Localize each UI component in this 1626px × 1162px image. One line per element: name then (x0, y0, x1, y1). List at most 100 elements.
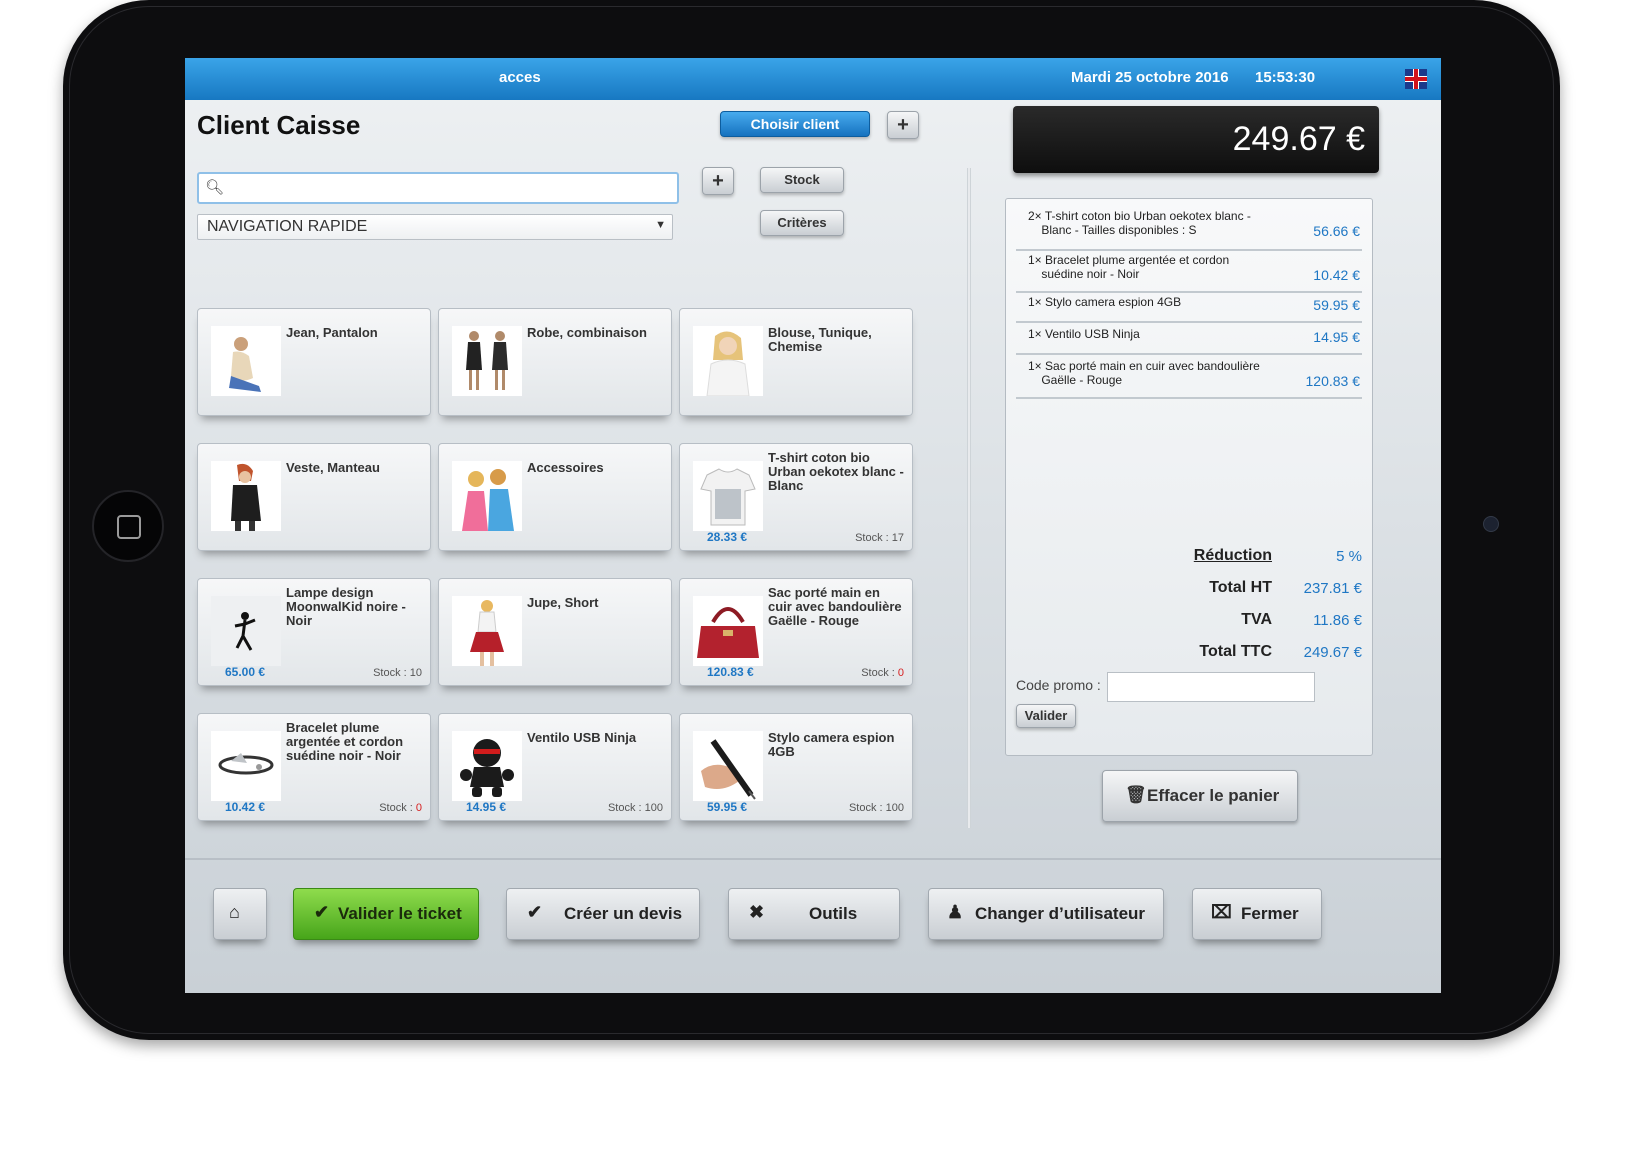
current-date: Mardi 25 octobre 2016 (1071, 69, 1229, 86)
current-time: 15:53:30 (1255, 69, 1316, 86)
cart-line-amount: 120.83 € (1305, 373, 1361, 389)
add-product-button[interactable]: + (702, 167, 734, 195)
current-user: acces (499, 69, 541, 86)
cart-panel: 2× T-shirt coton bio Urban oekotex blanc… (1005, 198, 1373, 756)
tile-name: Jean, Pantalon (286, 325, 378, 340)
category-image (452, 596, 522, 666)
close-button[interactable]: ⌧ Fermer (1192, 888, 1322, 940)
promo-code-label: Code promo : (1016, 677, 1101, 693)
category-image (211, 461, 281, 531)
tile-name: Robe, combinaison (527, 325, 647, 340)
dropdown-arrow-icon: ▼ (655, 219, 666, 231)
cart-line[interactable]: 1× Bracelet plume argentée et cordon sué… (1016, 253, 1362, 293)
add-client-button[interactable]: + (887, 111, 919, 139)
tile-price: 120.83 € (707, 665, 754, 679)
product-image (693, 731, 763, 801)
change-user-button[interactable]: ♟ Changer d’utilisateur (928, 888, 1164, 940)
tile-price: 14.95 € (466, 800, 507, 814)
device-camera (1483, 516, 1499, 532)
choose-client-button[interactable]: Choisir client (720, 111, 870, 137)
pos-screen: acces Mardi 25 octobre 2016 15:53:30 Cli… (185, 58, 1441, 993)
criteria-button[interactable]: Critères (760, 210, 844, 236)
tile-name: Sac porté main en cuir avec bandoulière … (768, 585, 902, 628)
tile-price: 59.95 € (707, 800, 748, 814)
stock-button[interactable]: Stock (760, 167, 844, 193)
search-icon: 🔍︎ (205, 179, 225, 196)
total-ht-value: 237.81 € (1303, 580, 1362, 597)
tile-jean-pantalon[interactable]: Jean, Pantalon (197, 308, 431, 416)
product-image (693, 596, 763, 666)
tile-blouse-tunique-chemise[interactable]: Blouse, Tunique, Chemise (679, 308, 913, 416)
tile-price: 28.33 € (707, 530, 748, 544)
tile-price: 10.42 € (225, 800, 266, 814)
product-image (211, 596, 281, 666)
tile-lampe-design[interactable]: Lampe design MoonwalKid noire - Noir 65.… (197, 578, 431, 686)
cart-line[interactable]: 1× Sac porté main en cuir avec bandouliè… (1016, 359, 1362, 399)
quick-navigation-value: NAVIGATION RAPIDE (207, 218, 368, 235)
product-image (452, 731, 522, 801)
device-home-button[interactable] (92, 490, 164, 562)
category-image (452, 326, 522, 396)
cart-line-amount: 56.66 € (1313, 223, 1360, 239)
tile-stock: Stock : 0 (861, 667, 904, 679)
tile-stock: Stock : 100 (607, 802, 663, 814)
tile-name: Stylo camera espion 4GB (768, 730, 895, 759)
tile-name: Lampe design MoonwalKid noire - Noir (286, 585, 406, 628)
close-window-icon: ⌧ (1211, 902, 1232, 922)
product-image (211, 731, 281, 801)
cart-line[interactable]: 1× Stylo camera espion 4GB 59.95 € (1016, 295, 1362, 323)
cart-line-amount: 14.95 € (1313, 329, 1360, 345)
tile-name: Bracelet plume argentée et cordon suédin… (286, 720, 404, 763)
tile-robe-combinaison[interactable]: Robe, combinaison (438, 308, 672, 416)
uk-flag-icon[interactable] (1405, 69, 1427, 89)
cart-line[interactable]: 1× Ventilo USB Ninja 14.95 € (1016, 327, 1362, 355)
tile-accessoires[interactable]: Accessoires (438, 443, 672, 551)
category-image (211, 326, 281, 396)
home-icon: ⌂ (229, 902, 240, 922)
tile-tshirt-coton-bio[interactable]: T-shirt coton bio Urban oekotex blanc - … (679, 443, 913, 551)
tile-name: Veste, Manteau (286, 460, 380, 475)
quick-navigation-select[interactable]: NAVIGATION RAPIDE ▼ (197, 214, 673, 240)
tile-stylo-camera-espion[interactable]: Stylo camera espion 4GB 59.95 € Stock : … (679, 713, 913, 821)
user-icon: ♟ (947, 902, 964, 922)
search-field[interactable]: 🔍︎ (197, 172, 679, 204)
create-quote-button[interactable]: ✔ Créer un devis (506, 888, 700, 940)
tile-ventilo-usb-ninja[interactable]: Ventilo USB Ninja 14.95 € Stock : 100 (438, 713, 672, 821)
checkmark-icon: ✔ (314, 902, 330, 922)
tva-value: 11.86 € (1313, 612, 1362, 629)
tile-veste-manteau[interactable]: Veste, Manteau (197, 443, 431, 551)
clear-cart-button[interactable]: 🗑︎ Effacer le panier (1102, 770, 1298, 822)
tile-name: T-shirt coton bio Urban oekotex blanc - … (768, 450, 904, 493)
total-ttc-label: Total TTC (1199, 643, 1272, 660)
product-image (693, 461, 763, 531)
tile-stock: Stock : 100 (848, 802, 904, 814)
tile-price: 65.00 € (225, 665, 266, 679)
tva-label: TVA (1241, 611, 1272, 628)
search-input[interactable] (229, 177, 663, 199)
tile-name: Accessoires (527, 460, 604, 475)
cart-line-amount: 10.42 € (1313, 267, 1360, 283)
validate-ticket-button[interactable]: ✔ Valider le ticket (293, 888, 479, 940)
tile-bracelet-plume[interactable]: Bracelet plume argentée et cordon suédin… (197, 713, 431, 821)
tile-jupe-short[interactable]: Jupe, Short (438, 578, 672, 686)
panel-divider (967, 168, 971, 828)
reduction-label[interactable]: Réduction (1112, 547, 1272, 565)
tile-name: Ventilo USB Ninja (527, 730, 637, 745)
cart-line[interactable]: 2× T-shirt coton bio Urban oekotex blanc… (1016, 209, 1362, 251)
top-bar: acces Mardi 25 octobre 2016 15:53:30 (185, 58, 1441, 100)
home-button[interactable]: ⌂ (213, 888, 267, 940)
category-image (693, 326, 763, 396)
tile-stock: Stock : 0 (379, 802, 422, 814)
tools-button[interactable]: ✖ Outils (728, 888, 900, 940)
tile-sac-porte-main[interactable]: Sac porté main en cuir avec bandoulière … (679, 578, 913, 686)
total-ttc-value: 249.67 € (1303, 644, 1362, 661)
home-square-icon (117, 515, 141, 539)
total-ht-label: Total HT (1209, 579, 1272, 596)
tile-name: Jupe, Short (527, 595, 599, 610)
tile-stock: Stock : 17 (855, 532, 904, 544)
validate-promo-button[interactable]: Valider (1016, 704, 1076, 728)
tile-stock: Stock : 10 (373, 667, 422, 679)
checkmark-icon: ✔ (527, 902, 543, 922)
bottom-separator (185, 858, 1441, 860)
promo-code-input[interactable] (1107, 672, 1315, 702)
